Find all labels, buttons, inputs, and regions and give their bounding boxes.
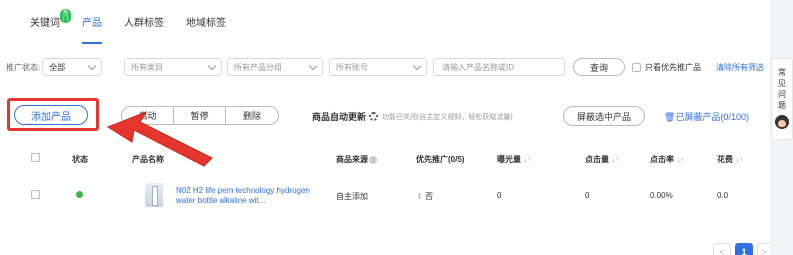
- cell-cost: 0.0: [717, 191, 729, 200]
- faq-float-widget[interactable]: 常 见 问 题: [771, 58, 793, 140]
- category-filter: 所有类目: [124, 58, 222, 76]
- keyword-filter: 请输入产品名称或ID: [433, 58, 565, 76]
- status-select[interactable]: 全部: [42, 58, 103, 76]
- page-1-button[interactable]: 1: [735, 243, 753, 255]
- header-priority: 优先推广(0/5): [416, 155, 465, 164]
- block-selected-label: 屏蔽选中产品: [576, 111, 631, 122]
- tab-products-label: 产品: [82, 18, 102, 29]
- support-avatar: [775, 115, 789, 129]
- row-checkbox[interactable]: [31, 190, 40, 199]
- start-button[interactable]: 启动: [122, 107, 174, 124]
- faq-char: 见: [778, 79, 786, 88]
- auto-update-hint: 功能已关闭(自主定义规则，轻松获取流量): [382, 113, 513, 121]
- account-select-placeholder: 所有账号: [336, 62, 368, 72]
- faq-char: 问: [778, 90, 786, 99]
- status-active-dot: [76, 191, 83, 198]
- select-all-checkbox[interactable]: [31, 153, 40, 162]
- prev-page-button[interactable]: <: [713, 243, 731, 255]
- header-impressions[interactable]: 曝光量 ↓↑: [497, 154, 531, 165]
- query-wrap: 查询: [573, 58, 625, 76]
- query-button[interactable]: 查询: [573, 58, 625, 76]
- cell-impressions: 0: [497, 191, 502, 200]
- cell-priority[interactable]: ⇞ 否: [416, 191, 433, 202]
- category-select-placeholder: 所有类目: [131, 62, 163, 72]
- clear-filters-wrap: 清除所有筛选: [716, 58, 764, 76]
- tab-region-tags[interactable]: 地域标签: [186, 16, 226, 38]
- chevron-down-icon: [207, 61, 217, 71]
- cell-priority-value: 否: [424, 192, 433, 201]
- gear-icon[interactable]: [369, 112, 379, 121]
- block-selected-button[interactable]: 屏蔽选中产品: [563, 106, 645, 126]
- header-status: 状态: [72, 155, 88, 164]
- product-search-input[interactable]: 请输入产品名称或ID: [433, 58, 565, 76]
- cell-source: 自主添加: [336, 192, 368, 201]
- tab-keywords-label: 关键词: [30, 18, 60, 29]
- trash-icon: 🗑: [664, 112, 676, 122]
- header-ctr[interactable]: 点击率 ↓↑: [650, 154, 684, 165]
- tab-region-tags-label: 地域标签: [186, 18, 226, 29]
- header-cost-label: 花费: [717, 155, 733, 164]
- header-cost[interactable]: 花费 ↓↑: [717, 154, 743, 165]
- header-impressions-label: 曝光量: [497, 155, 521, 164]
- cell-ctr: 0.00%: [650, 191, 673, 200]
- header-source: 商品来源: [336, 154, 377, 165]
- product-thumbnail: [145, 183, 163, 207]
- faq-char: 常: [778, 68, 786, 77]
- category-select[interactable]: 所有类目: [124, 58, 222, 76]
- pause-button[interactable]: 暂停: [174, 107, 226, 124]
- pause-label: 暂停: [190, 111, 209, 121]
- sort-icon: ↓↑: [611, 155, 620, 164]
- auto-update-label: 商品自动更新: [312, 112, 367, 122]
- priority-only-checkbox[interactable]: [632, 62, 641, 72]
- header-name: 产品名称: [132, 155, 164, 164]
- help-icon[interactable]: [369, 155, 377, 164]
- status-select-value: 全部: [49, 62, 66, 72]
- clear-filters-link[interactable]: 清除所有筛选: [716, 62, 764, 73]
- group-filter: 所有产品分组: [227, 58, 323, 76]
- blocked-products-link[interactable]: 🗑已屏蔽产品(0/100): [664, 110, 749, 123]
- header-ctr-label: 点击率: [650, 155, 674, 164]
- cell-clicks: 0: [585, 191, 590, 200]
- tab-keywords[interactable]: 关键词 热门: [30, 9, 72, 38]
- hot-badge: 热门: [60, 9, 72, 23]
- start-label: 启动: [138, 111, 157, 121]
- status-filter-label: 推广状态:: [6, 62, 41, 72]
- chevron-down-icon: [412, 61, 422, 71]
- sort-icon: ↓↑: [676, 155, 685, 164]
- product-search-placeholder: 请输入产品名称或ID: [442, 62, 514, 72]
- priority-only-filter: 只看优先推广品: [632, 58, 701, 76]
- sort-icon: ↓↑: [523, 155, 532, 164]
- next-page-button[interactable]: >: [757, 243, 770, 255]
- header-clicks[interactable]: 点击量 ↓↑: [585, 154, 619, 165]
- product-group-select-placeholder: 所有产品分组: [234, 62, 282, 72]
- annotation-highlight-box: [7, 98, 99, 131]
- delete-label: 删除: [242, 111, 261, 121]
- product-group-select[interactable]: 所有产品分组: [227, 58, 323, 76]
- delete-button[interactable]: 删除: [226, 107, 278, 124]
- header-clicks-label: 点击量: [585, 155, 609, 164]
- product-name-link[interactable]: N02 H2 life pem technology hydrogen wate…: [176, 186, 316, 206]
- bulk-action-group: 启动 暂停 删除: [121, 106, 279, 125]
- status-filter: 推广状态: 全部: [6, 58, 103, 76]
- sort-icon: ↓↑: [735, 155, 744, 164]
- tab-audience-tags-label: 人群标签: [124, 18, 164, 29]
- account-filter: 所有账号: [329, 58, 427, 76]
- blocked-products-label: 已屏蔽产品(0/100): [675, 112, 749, 122]
- main-panel: 关键词 热门 产品 人群标签 地域标签 推广状态: 全部 所有类目 所有产品分组: [0, 0, 770, 255]
- account-select[interactable]: 所有账号: [329, 58, 427, 76]
- chevron-down-icon: [308, 61, 318, 71]
- faq-char: 题: [778, 101, 786, 110]
- auto-update: 商品自动更新 功能已关闭(自主定义规则，轻松获取流量): [312, 110, 513, 123]
- header-source-label: 商品来源: [336, 155, 368, 164]
- priority-icon: ⇞: [416, 192, 423, 201]
- query-button-label: 查询: [589, 62, 608, 73]
- tab-audience-tags[interactable]: 人群标签: [124, 16, 164, 38]
- tab-bar: 关键词 热门 产品 人群标签 地域标签: [30, 9, 248, 44]
- chevron-down-icon: [87, 61, 97, 71]
- tab-products[interactable]: 产品: [82, 16, 102, 44]
- priority-only-label: 只看优先推广品: [645, 62, 701, 72]
